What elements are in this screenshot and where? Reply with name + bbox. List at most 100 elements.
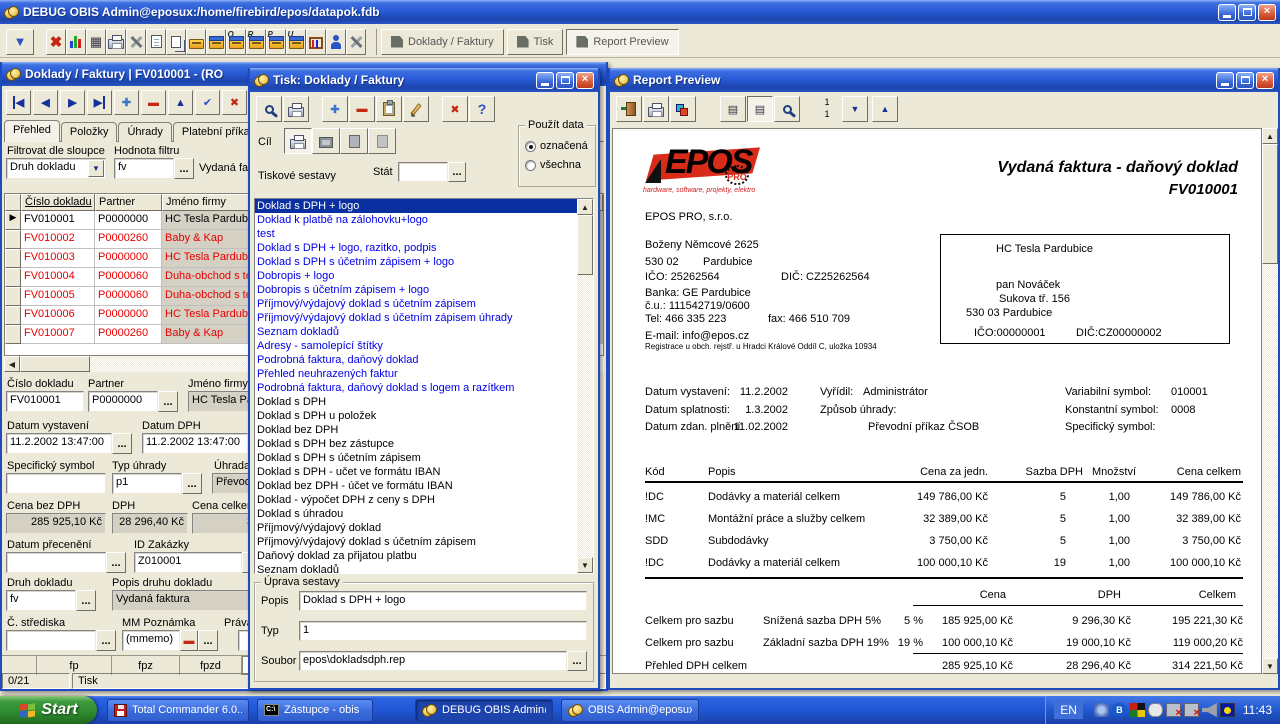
- clock[interactable]: 11:43: [1243, 703, 1272, 717]
- list-item[interactable]: Příjmový/výdajový doklad: [255, 521, 577, 535]
- datum-vystaveni-input[interactable]: 11.2.2002 13:47:00: [6, 433, 112, 454]
- popis-input[interactable]: Doklad s DPH + logo: [299, 591, 587, 611]
- scroll-left-button[interactable]: ◀: [4, 356, 20, 372]
- tab-polozky[interactable]: Položky: [61, 122, 118, 142]
- list-item[interactable]: Doklad bez DPH: [255, 423, 577, 437]
- nav-prev-button[interactable]: ◀: [33, 90, 58, 115]
- report-minimize-button[interactable]: [1216, 72, 1234, 89]
- tab-prehled[interactable]: Přehled: [4, 120, 60, 142]
- list-item[interactable]: Seznam dokladů: [255, 563, 577, 573]
- tisk-close-button[interactable]: ×: [576, 72, 594, 89]
- target-file-button[interactable]: [340, 128, 368, 154]
- archive-r-button[interactable]: R: [246, 29, 266, 55]
- network-disconnected-icon[interactable]: ×: [1184, 703, 1199, 717]
- maximize-button[interactable]: [1238, 4, 1256, 21]
- exit-button[interactable]: ▼: [6, 29, 34, 55]
- typ-uhrady-browse-button[interactable]: ...: [182, 473, 202, 494]
- mm-poznamka-minus-button[interactable]: ▬: [180, 630, 198, 651]
- report-maximize-button[interactable]: [1236, 72, 1254, 89]
- report-hscrollbar-track[interactable]: [612, 676, 1278, 688]
- list-item[interactable]: Dobropis s účetním zápisem + logo: [255, 283, 577, 297]
- network-disconnected-icon[interactable]: ×: [1166, 703, 1181, 717]
- stredisko-browse-button[interactable]: ...: [96, 630, 116, 651]
- abacus-button[interactable]: [306, 29, 326, 55]
- datum-dph-input[interactable]: 11.2.2002 13:47:00: [142, 433, 248, 454]
- grid-header-cislo[interactable]: Číslo dokladu: [21, 194, 95, 211]
- delete-record-button[interactable]: ▬: [141, 90, 166, 115]
- list-item[interactable]: test: [255, 227, 577, 241]
- person-button[interactable]: [326, 29, 346, 55]
- mouse-settings-icon[interactable]: [1148, 703, 1163, 717]
- add-record-button[interactable]: ✚: [114, 90, 139, 115]
- cancel-button[interactable]: ✖: [222, 90, 247, 115]
- network-activity-icon[interactable]: [1094, 703, 1109, 717]
- soubor-input[interactable]: epos\dokladsdph.rep: [299, 651, 567, 671]
- display-settings-icon[interactable]: [1130, 703, 1145, 717]
- id-zakazky-input[interactable]: Z010001: [134, 552, 242, 573]
- archive-o-button[interactable]: O: [226, 29, 246, 55]
- target-export-button[interactable]: [368, 128, 396, 154]
- minimize-button[interactable]: [1218, 4, 1236, 21]
- export-report-button[interactable]: [670, 96, 696, 122]
- exit-preview-button[interactable]: [616, 96, 642, 122]
- grid-header-partner[interactable]: Partner: [95, 194, 162, 211]
- next-page-button[interactable]: ▼: [842, 96, 868, 122]
- scroll-thumb[interactable]: [1262, 144, 1278, 264]
- list-item[interactable]: Příjmový/výdajový doklad s účetním zápis…: [255, 535, 577, 549]
- help-button[interactable]: ?: [469, 96, 495, 122]
- list-item[interactable]: Doklad s DPH + logo, razitko, podpis: [255, 241, 577, 255]
- datum-vystaveni-browse-button[interactable]: ...: [112, 433, 132, 454]
- print-report-button[interactable]: [643, 96, 669, 122]
- archive-button[interactable]: [186, 29, 206, 55]
- report-vscrollbar[interactable]: ▲ ▼: [1262, 128, 1278, 674]
- tools-button[interactable]: [346, 29, 366, 55]
- copy-button[interactable]: [166, 29, 186, 55]
- list-item[interactable]: Příjmový/výdajový doklad s účetním zápis…: [255, 311, 577, 325]
- mm-poznamka-input[interactable]: (mmemo): [122, 630, 180, 651]
- table-button[interactable]: ▦: [86, 29, 106, 55]
- scroll-down-button[interactable]: ▼: [577, 557, 593, 573]
- tisk-maximize-button[interactable]: [556, 72, 574, 89]
- archive-in-button[interactable]: [206, 29, 226, 55]
- list-item[interactable]: Seznam dokladů: [255, 325, 577, 339]
- prev-page-button[interactable]: ▲: [872, 96, 898, 122]
- taskbar-item-zastupce[interactable]: C:\ Zástupce - obis: [257, 699, 373, 722]
- list-item[interactable]: Doklad bez DPH - účet ve formátu IBAN: [255, 479, 577, 493]
- nav-last-button[interactable]: ▶: [87, 90, 112, 115]
- list-item[interactable]: Podrobná faktura, daňový doklad: [255, 353, 577, 367]
- scroll-thumb[interactable]: [577, 215, 593, 275]
- filter-value-input[interactable]: fv: [114, 158, 174, 179]
- report-close-button[interactable]: ×: [1256, 72, 1274, 89]
- datum-preceneni-input[interactable]: [6, 552, 106, 573]
- add-template-button[interactable]: ✚: [322, 96, 348, 122]
- stat-browse-button[interactable]: ...: [448, 162, 466, 182]
- list-item[interactable]: Dobropis + logo: [255, 269, 577, 283]
- list-item[interactable]: Doklad s DPH u položek: [255, 409, 577, 423]
- taskbar-item-debug-obis[interactable]: DEBUG OBIS Admin@...: [415, 699, 553, 722]
- partner-input[interactable]: P0000000: [88, 391, 158, 412]
- datum-preceneni-browse-button[interactable]: ...: [106, 552, 126, 573]
- stredisko-input[interactable]: [6, 630, 96, 651]
- scroll-thumb[interactable]: [20, 356, 90, 372]
- partner-browse-button[interactable]: ...: [158, 391, 178, 412]
- list-item[interactable]: Doklad s DPH bez zástupce: [255, 437, 577, 451]
- edit-note-button[interactable]: [146, 29, 166, 55]
- soubor-browse-button[interactable]: ...: [567, 651, 587, 671]
- druh-dokladu-input[interactable]: fv: [6, 590, 76, 611]
- radio-oznacena[interactable]: označená: [525, 140, 595, 152]
- list-item[interactable]: Podrobná faktura, daňový doklad s logem …: [255, 381, 577, 395]
- paste-template-button[interactable]: [376, 96, 402, 122]
- cislo-dokladu-input[interactable]: FV010001: [6, 391, 84, 412]
- scroll-down-button[interactable]: ▼: [1262, 658, 1278, 674]
- list-item[interactable]: Doklad s DPH - učet ve formátu IBAN: [255, 465, 577, 479]
- tisk-print-button[interactable]: [283, 96, 309, 122]
- volume-icon[interactable]: [1202, 703, 1217, 717]
- taskbar-item-total-commander[interactable]: Total Commander 6.0...: [107, 699, 249, 722]
- druh-dokladu-browse-button[interactable]: ...: [76, 590, 96, 611]
- list-item[interactable]: Daňový doklad za přijatou platbu: [255, 549, 577, 563]
- list-item[interactable]: Doklad s DPH s účetním zápisem + logo: [255, 255, 577, 269]
- archive-p-button[interactable]: P: [266, 29, 286, 55]
- bluetooth-icon[interactable]: B: [1112, 703, 1127, 717]
- specificky-symbol-input[interactable]: [6, 473, 106, 494]
- tisk-cancel-button[interactable]: ✖: [442, 96, 468, 122]
